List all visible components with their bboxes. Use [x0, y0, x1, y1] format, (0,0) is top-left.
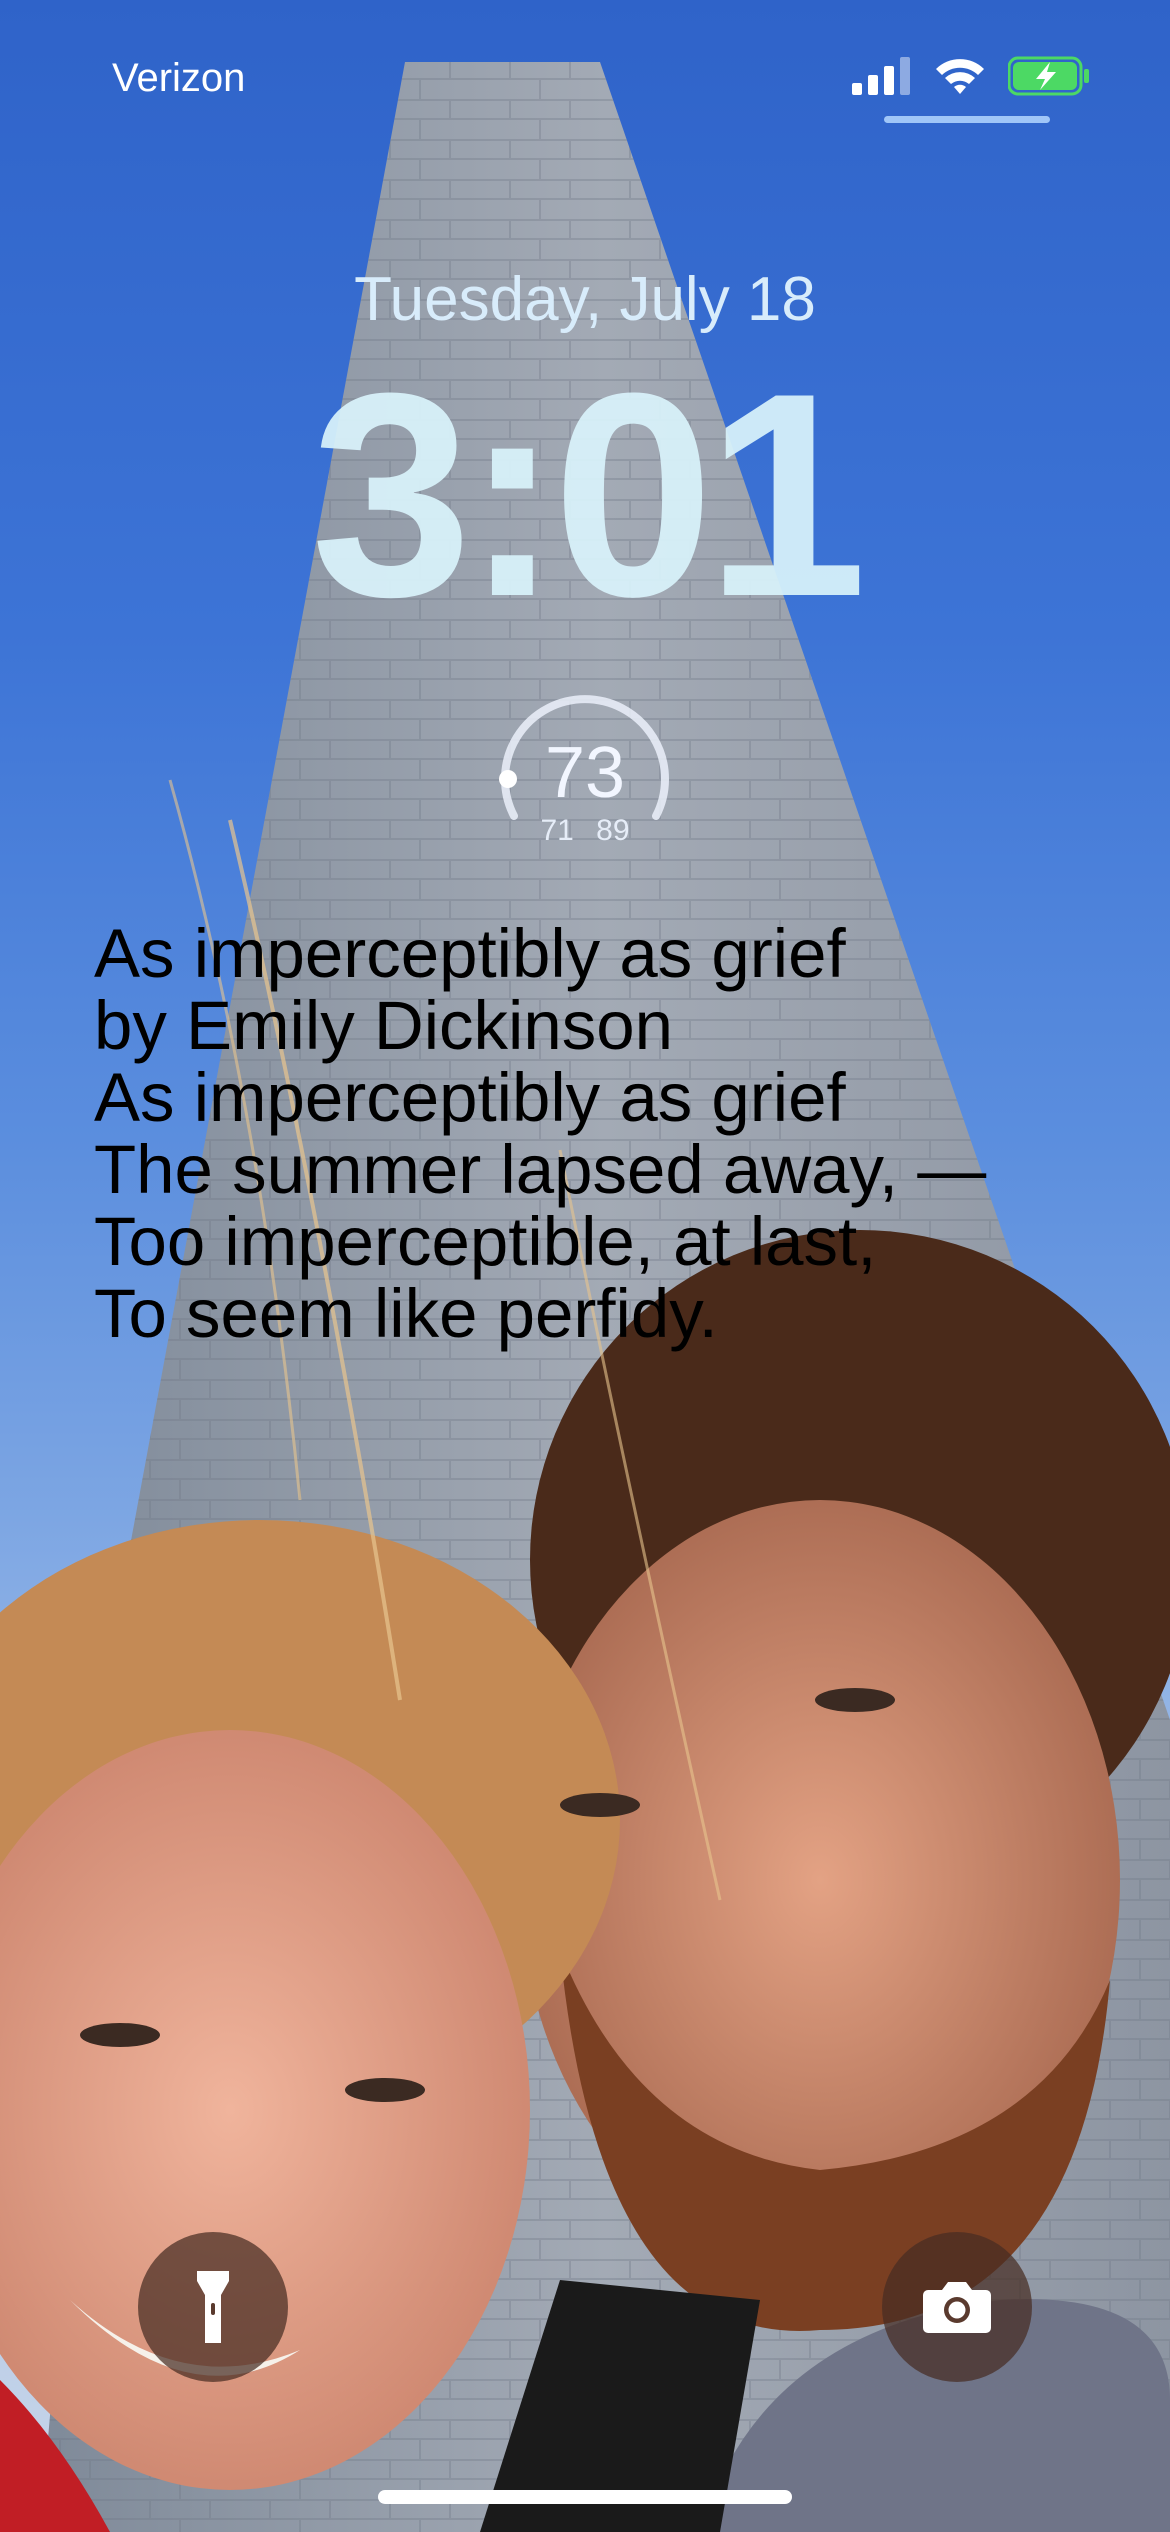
- low-temperature: 71: [540, 814, 574, 847]
- poem-line: The summer lapsed away, —: [94, 1131, 987, 1208]
- camera-button[interactable]: [882, 2232, 1032, 2382]
- lock-date: Tuesday, July 18: [354, 265, 816, 334]
- flashlight-icon: [197, 2271, 229, 2343]
- lock-clock: 3:01: [310, 333, 867, 657]
- poem-author: by Emily Dickinson: [94, 987, 673, 1064]
- flashlight-button[interactable]: [138, 2232, 288, 2382]
- lock-screen: Verizon Tuesday, July 18 3:01 73 71 89 A…: [0, 0, 1170, 2532]
- home-indicator[interactable]: [378, 2490, 792, 2504]
- poem-title: As imperceptibly as grief: [94, 915, 846, 992]
- carrier-label: Verizon: [112, 56, 246, 100]
- status-icons: [852, 56, 1090, 96]
- poem-line: As imperceptibly as grief: [94, 1059, 846, 1136]
- camera-icon: [923, 2282, 991, 2333]
- current-temperature: 73: [544, 733, 626, 813]
- poem-line: Too imperceptible, at last,: [94, 1203, 877, 1280]
- wifi-icon: [936, 59, 984, 94]
- temperature-range: 71 89: [492, 814, 678, 848]
- weather-widget[interactable]: 73 71 89: [492, 686, 678, 856]
- connection-indicator-bar: [884, 116, 1050, 123]
- high-temperature: 89: [596, 814, 630, 847]
- poem-line: To seem like perfidy.: [94, 1275, 718, 1352]
- battery-charging-icon: [1008, 56, 1089, 96]
- poem-widget[interactable]: As imperceptibly as grief by Emily Dicki…: [94, 918, 1134, 1350]
- cellular-signal-icon: [852, 57, 910, 95]
